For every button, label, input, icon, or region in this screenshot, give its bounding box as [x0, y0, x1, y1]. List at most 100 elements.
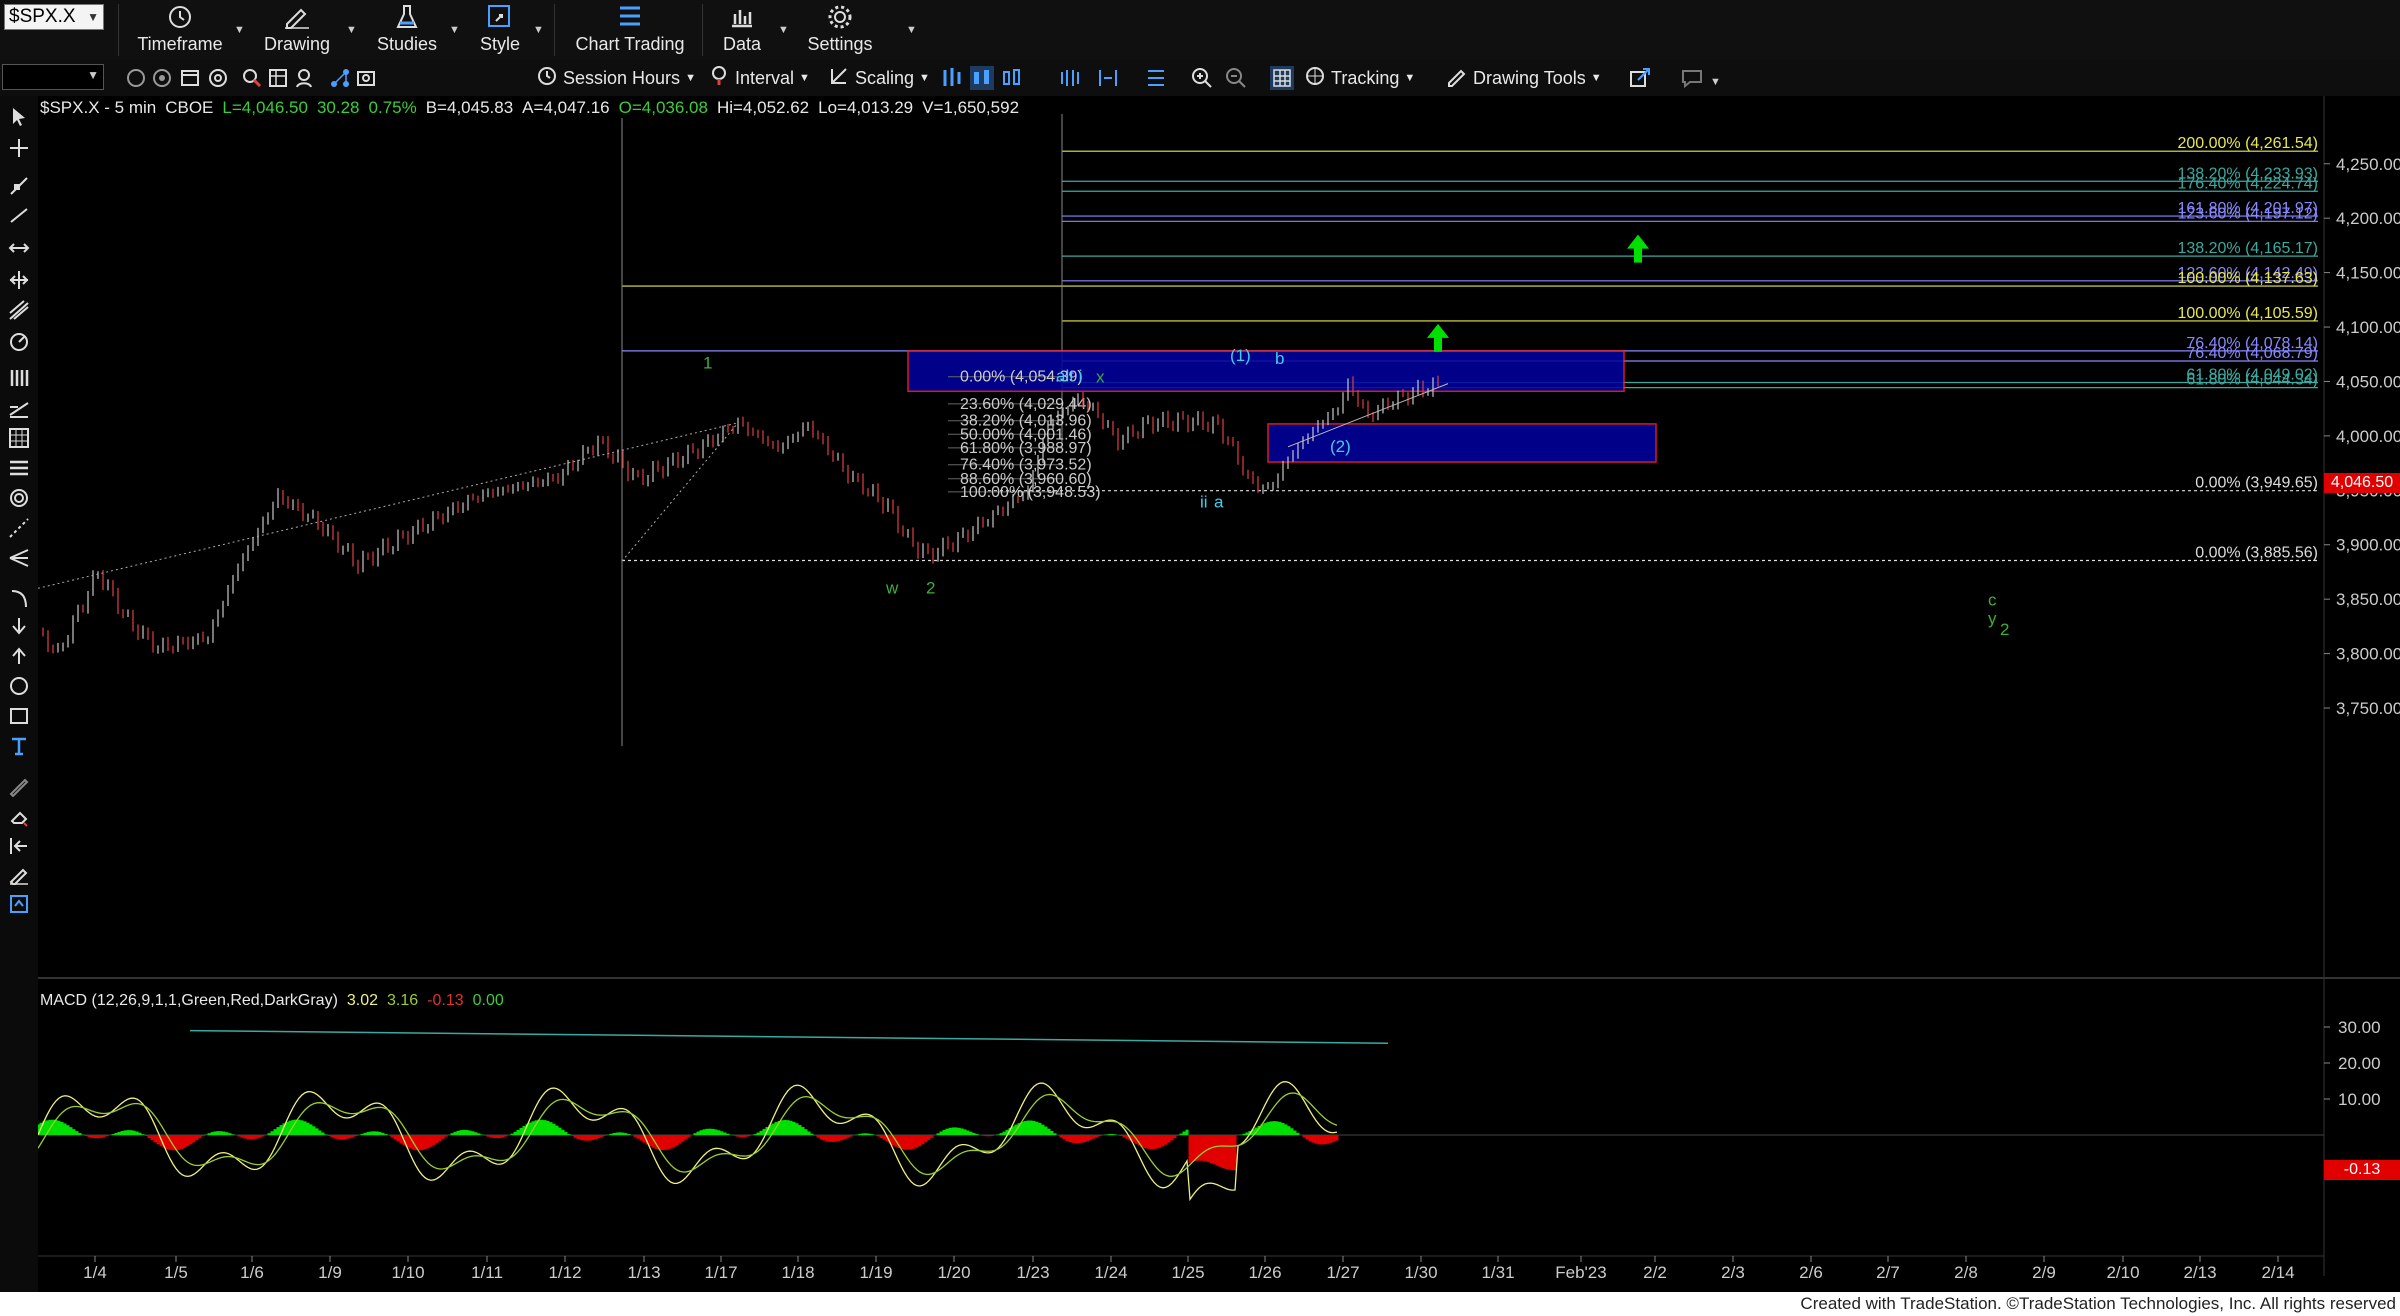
layout-icon[interactable] — [1144, 66, 1168, 90]
drawing-menu[interactable]: Drawing — [252, 2, 342, 56]
pencil-icon[interactable] — [7, 774, 31, 798]
highlighter-icon[interactable] — [7, 862, 31, 886]
wave-label: y — [1988, 609, 1997, 628]
chevron-down-icon[interactable]: ▼ — [87, 5, 99, 29]
table-icon[interactable] — [266, 66, 290, 90]
style-menu[interactable]: Style — [465, 2, 535, 56]
wave-label: w — [885, 579, 899, 598]
studies-menu[interactable]: Studies — [362, 2, 452, 56]
andrews-pitchfork-icon[interactable] — [7, 546, 31, 570]
clock-icon — [130, 2, 230, 32]
fib-fan-icon[interactable] — [7, 456, 31, 480]
macd-value-tag: -0.13 — [2324, 1160, 2400, 1180]
regression-icon[interactable] — [7, 516, 31, 540]
bar-style-icon[interactable] — [940, 66, 964, 90]
chevron-down-icon[interactable]: ▼ — [533, 24, 544, 36]
horizontal-line-icon[interactable] — [7, 236, 31, 260]
chevron-down-icon[interactable]: ▼ — [1710, 76, 1721, 88]
time-tick-label: 1/25 — [1171, 1263, 1204, 1282]
scaling-menu[interactable]: Scaling ▼ — [828, 64, 930, 92]
rectangle-icon[interactable] — [7, 704, 31, 728]
legend-title: $SPX.X - 5 min — [40, 98, 157, 117]
fib-level-label: 138.20% (4,165.17) — [2177, 240, 2318, 257]
settings-menu[interactable]: Settings — [800, 2, 880, 56]
hollow-candle-icon[interactable] — [1000, 66, 1024, 90]
divider — [118, 4, 119, 56]
legend-high: Hi=4,052.62 — [716, 98, 810, 117]
price-chart[interactable]: 4,250.00 4,200.00 4,150.00 4,100.00 4,050.00… — [38, 96, 2400, 1292]
channel-icon[interactable] — [7, 298, 31, 322]
last-price-tag: 4,046.50 — [2324, 473, 2400, 493]
arc-icon[interactable] — [7, 586, 31, 610]
time-tick-label: 1/26 — [1248, 1263, 1281, 1282]
vertical-line-icon[interactable] — [7, 268, 31, 292]
price-tick-label: 4,150.00 — [2336, 264, 2400, 283]
ray-icon[interactable] — [7, 202, 31, 226]
chevron-down-icon[interactable]: ▼ — [906, 24, 917, 36]
scaling-icon — [828, 65, 850, 92]
interval-menu[interactable]: Interval ▼ — [708, 64, 810, 92]
chevron-down-icon[interactable]: ▼ — [778, 24, 789, 36]
drawing-tools-menu[interactable]: Drawing Tools ▼ — [1446, 64, 1602, 92]
time-tick-label: 1/24 — [1094, 1263, 1127, 1282]
arrow-down-icon[interactable] — [7, 614, 31, 638]
compress-bars-icon[interactable] — [1096, 66, 1120, 90]
window-icon[interactable] — [178, 66, 202, 90]
fib-time-icon[interactable] — [7, 426, 31, 450]
grid-icon[interactable] — [1270, 66, 1294, 90]
person-icon[interactable] — [292, 66, 316, 90]
zoom-in-icon[interactable] — [1190, 66, 1214, 90]
time-tick-label: 1/9 — [318, 1263, 342, 1282]
speed-line-icon[interactable] — [7, 330, 31, 354]
legend-bid: B=4,045.83 — [425, 98, 514, 117]
chevron-down-icon[interactable]: ▼ — [449, 24, 460, 36]
crosshair-icon[interactable] — [7, 136, 31, 160]
snapshot-icon[interactable] — [354, 66, 378, 90]
candle-style-icon[interactable] — [970, 66, 994, 90]
zoom-out-icon[interactable] — [1224, 66, 1248, 90]
pointer-icon[interactable] — [7, 104, 31, 128]
chevron-down-icon[interactable]: ▼ — [1404, 72, 1415, 84]
snap-icon[interactable] — [7, 834, 31, 858]
link-icon[interactable] — [206, 66, 230, 90]
chevron-down-icon[interactable]: ▼ — [234, 24, 245, 36]
workspace-select[interactable]: ▼ — [2, 64, 104, 90]
tracking-menu[interactable]: Tracking ▼ — [1304, 64, 1415, 92]
ellipse-icon[interactable] — [7, 674, 31, 698]
refresh-all-icon[interactable] — [150, 66, 174, 90]
chevron-down-icon[interactable]: ▼ — [919, 72, 930, 84]
copyright-text: Created with TradeStation. ©TradeStation… — [1800, 1294, 2396, 1313]
fib-retracement-icon[interactable] — [7, 366, 31, 390]
alert-icon[interactable] — [7, 892, 31, 916]
text-icon[interactable] — [7, 734, 31, 758]
fib-extension-icon[interactable] — [7, 396, 31, 420]
cursor-link-icon[interactable] — [240, 66, 264, 90]
eraser-icon[interactable] — [7, 804, 31, 828]
time-tick-label: Feb'23 — [1555, 1263, 1606, 1282]
arrow-up-icon[interactable] — [7, 644, 31, 668]
chat-icon[interactable] — [1680, 66, 1704, 90]
data-menu[interactable]: Data — [714, 2, 770, 56]
session-hours-menu[interactable]: Session Hours ▼ — [536, 64, 696, 92]
time-tick-label: 1/31 — [1481, 1263, 1514, 1282]
chevron-down-icon[interactable]: ▼ — [1591, 72, 1602, 84]
pen-icon — [252, 2, 342, 32]
chart-trading-button[interactable]: Chart Trading — [568, 2, 692, 56]
zoom-bars-icon[interactable] — [1058, 66, 1082, 90]
chevron-down-icon[interactable]: ▼ — [87, 68, 99, 82]
wave-label: 2 — [926, 579, 935, 598]
chevron-down-icon[interactable]: ▼ — [799, 72, 810, 84]
time-tick-label: 1/17 — [704, 1263, 737, 1282]
refresh-icon[interactable] — [124, 66, 148, 90]
chevron-down-icon[interactable]: ▼ — [685, 72, 696, 84]
gann-icon[interactable] — [7, 486, 31, 510]
timeframe-menu[interactable]: Timeframe — [130, 2, 230, 56]
fib-level-label: 0.00% (3,885.56) — [2195, 544, 2318, 561]
chevron-down-icon[interactable]: ▼ — [346, 24, 357, 36]
network-icon[interactable] — [328, 66, 352, 90]
interval-label: Interval — [735, 67, 795, 88]
time-tick-label: 1/10 — [391, 1263, 424, 1282]
trendline-icon[interactable] — [7, 174, 31, 198]
export-icon[interactable] — [1628, 66, 1652, 90]
symbol-input[interactable]: $SPX.X ▼ — [4, 4, 104, 30]
